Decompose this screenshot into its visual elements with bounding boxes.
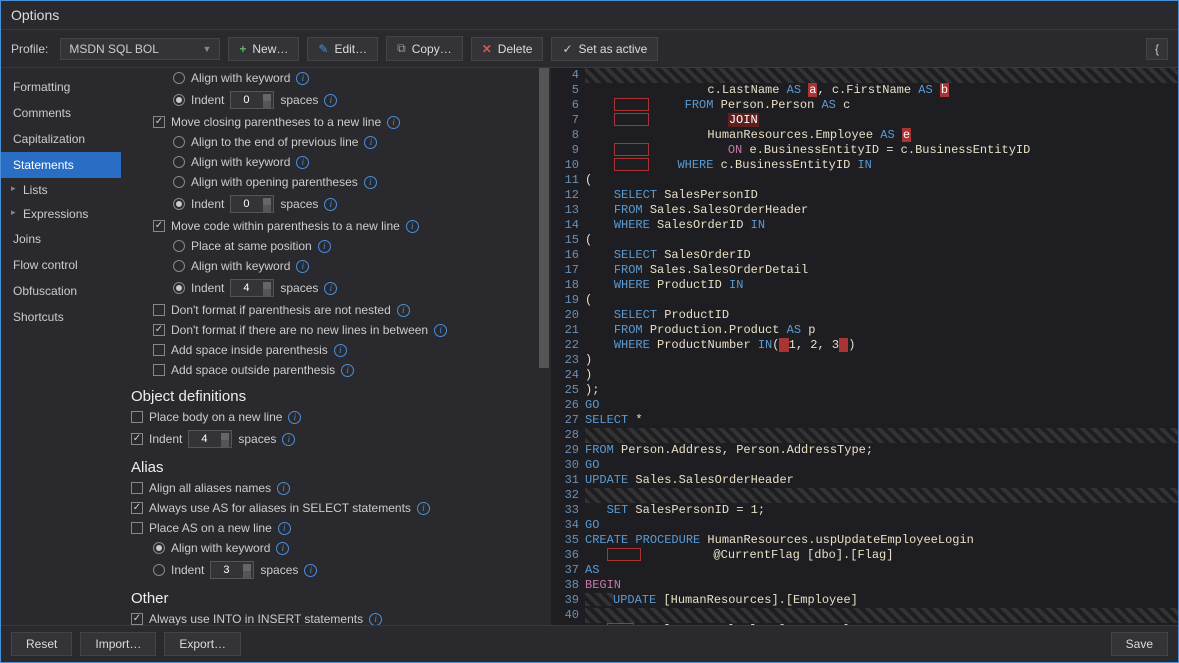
line-gutter: 4567891011121314151617181920212223242526… xyxy=(551,68,585,625)
section-other: Other xyxy=(131,582,527,609)
checkbox[interactable] xyxy=(153,324,165,336)
sidebar-item-capitalization[interactable]: Capitalization xyxy=(1,126,121,152)
edit-button[interactable]: ✎ Edit… xyxy=(307,37,378,61)
section-alias: Alias xyxy=(131,451,527,478)
toolbar: Profile: MSDN SQL BOL ▼ + New… ✎ Edit… ⧉… xyxy=(1,30,1178,68)
indent-spinner[interactable]: 3 xyxy=(210,561,254,579)
info-icon[interactable]: i xyxy=(296,260,309,273)
radio[interactable] xyxy=(173,198,185,210)
info-icon[interactable]: i xyxy=(369,613,382,626)
import-button[interactable]: Import… xyxy=(80,632,156,656)
radio[interactable] xyxy=(173,72,185,84)
info-icon[interactable]: i xyxy=(364,176,377,189)
set-active-button[interactable]: ✓ Set as active xyxy=(551,37,658,61)
checkbox[interactable] xyxy=(131,433,143,445)
checkbox[interactable] xyxy=(153,116,165,128)
plus-icon: + xyxy=(239,42,246,56)
export-button[interactable]: Export… xyxy=(164,632,241,656)
checkbox[interactable] xyxy=(131,482,143,494)
copy-icon: ⧉ xyxy=(397,41,406,56)
radio[interactable] xyxy=(173,260,185,272)
copy-button[interactable]: ⧉ Copy… xyxy=(386,36,463,61)
sidebar-item-lists[interactable]: Lists xyxy=(1,178,121,202)
checkbox[interactable] xyxy=(131,613,143,625)
profile-value: MSDN SQL BOL xyxy=(69,42,159,56)
sidebar-item-comments[interactable]: Comments xyxy=(1,100,121,126)
indent-spinner[interactable]: 0 xyxy=(230,195,274,213)
sidebar-item-shortcuts[interactable]: Shortcuts xyxy=(1,304,121,330)
checkbox[interactable] xyxy=(153,220,165,232)
profile-label: Profile: xyxy=(11,42,48,56)
code-body: c.LastName AS a, c.FirstName AS b FROM P… xyxy=(585,68,1178,625)
check-icon: ✓ xyxy=(562,42,572,56)
brace-toggle-button[interactable]: { xyxy=(1146,38,1168,60)
section-object-definitions: Object definitions xyxy=(131,380,527,407)
info-icon[interactable]: i xyxy=(324,94,337,107)
info-icon[interactable]: i xyxy=(324,282,337,295)
indent-spinner[interactable]: 0 xyxy=(230,91,274,109)
sidebar-item-obfuscation[interactable]: Obfuscation xyxy=(1,278,121,304)
info-icon[interactable]: i xyxy=(282,433,295,446)
reset-button[interactable]: Reset xyxy=(11,632,72,656)
info-icon[interactable]: i xyxy=(364,136,377,149)
sidebar-item-flow-control[interactable]: Flow control xyxy=(1,252,121,278)
info-icon[interactable]: i xyxy=(304,564,317,577)
profile-dropdown[interactable]: MSDN SQL BOL ▼ xyxy=(60,38,220,60)
checkbox[interactable] xyxy=(153,304,165,316)
info-icon[interactable]: i xyxy=(278,522,291,535)
save-button[interactable]: Save xyxy=(1111,632,1168,656)
sidebar-item-joins[interactable]: Joins xyxy=(1,226,121,252)
info-icon[interactable]: i xyxy=(288,411,301,424)
radio[interactable] xyxy=(173,240,185,252)
settings-panel: Align with keywordi Indent0spacesi Move … xyxy=(121,68,551,625)
radio[interactable] xyxy=(173,156,185,168)
radio[interactable] xyxy=(173,176,185,188)
info-icon[interactable]: i xyxy=(434,324,447,337)
info-icon[interactable]: i xyxy=(277,482,290,495)
sidebar-item-statements[interactable]: Statements xyxy=(1,152,121,178)
radio[interactable] xyxy=(173,136,185,148)
checkbox[interactable] xyxy=(153,344,165,356)
chevron-down-icon: ▼ xyxy=(202,44,211,54)
info-icon[interactable]: i xyxy=(406,220,419,233)
window-title: Options xyxy=(1,1,1178,30)
info-icon[interactable]: i xyxy=(276,542,289,555)
radio[interactable] xyxy=(153,542,165,554)
sidebar-item-expressions[interactable]: Expressions xyxy=(1,202,121,226)
info-icon[interactable]: i xyxy=(334,344,347,357)
sql-preview: 4567891011121314151617181920212223242526… xyxy=(551,68,1178,625)
info-icon[interactable]: i xyxy=(387,116,400,129)
pencil-icon: ✎ xyxy=(318,42,328,56)
info-icon[interactable]: i xyxy=(296,156,309,169)
radio[interactable] xyxy=(173,282,185,294)
info-icon[interactable]: i xyxy=(341,364,354,377)
checkbox[interactable] xyxy=(131,502,143,514)
indent-spinner[interactable]: 4 xyxy=(230,279,274,297)
indent-spinner[interactable]: 4 xyxy=(188,430,232,448)
checkbox[interactable] xyxy=(131,522,143,534)
info-icon[interactable]: i xyxy=(296,72,309,85)
info-icon[interactable]: i xyxy=(417,502,430,515)
scrollbar-thumb[interactable] xyxy=(539,68,549,368)
sidebar: Formatting Comments Capitalization State… xyxy=(1,68,121,625)
checkbox[interactable] xyxy=(131,411,143,423)
radio[interactable] xyxy=(153,564,165,576)
sidebar-item-formatting[interactable]: Formatting xyxy=(1,74,121,100)
checkbox[interactable] xyxy=(153,364,165,376)
info-icon[interactable]: i xyxy=(318,240,331,253)
info-icon[interactable]: i xyxy=(324,198,337,211)
x-icon: ✕ xyxy=(482,42,492,56)
radio[interactable] xyxy=(173,94,185,106)
delete-button[interactable]: ✕ Delete xyxy=(471,37,544,61)
info-icon[interactable]: i xyxy=(397,304,410,317)
new-button[interactable]: + New… xyxy=(228,37,299,61)
footer: Reset Import… Export… Save xyxy=(1,625,1178,662)
